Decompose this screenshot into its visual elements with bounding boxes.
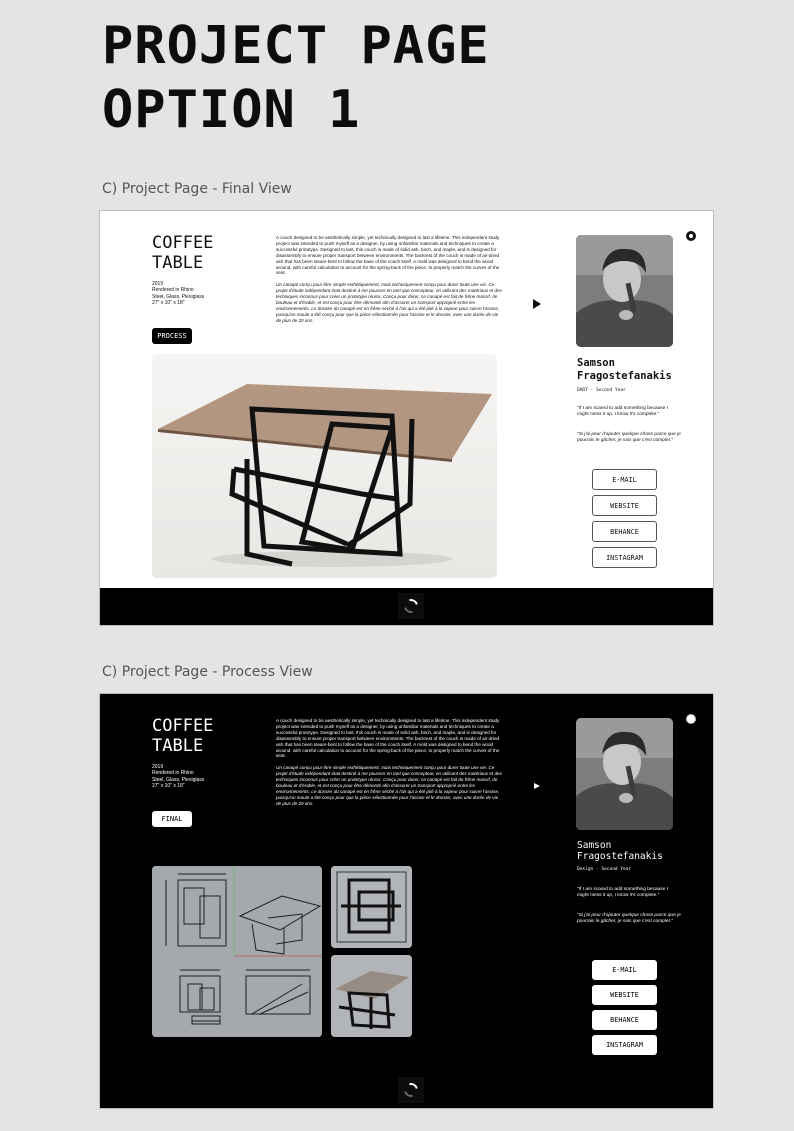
process-button[interactable]: PROCESS [152,328,192,344]
page-title-line-2: OPTION 1 [102,80,361,140]
project-dimensions: 27" x 10" x 18" [152,782,185,789]
section-label-process: C) Project Page - Process View [102,664,313,680]
footer-bar [100,1075,713,1108]
instagram-button[interactable]: INSTAGRAM [592,1035,657,1055]
instagram-button[interactable]: INSTAGRAM [592,547,657,568]
person-first-name: Samson [577,840,612,851]
person-name: Samson Fragostefanakis [577,840,663,862]
email-button[interactable]: E-MAIL [592,469,657,490]
project-title: COFFEE TABLE [152,233,213,273]
render-image-1 [331,866,412,948]
description-french: Un canapé conçu pour être simple esthéti… [276,282,502,323]
orthographic-drawing [152,866,322,1037]
quote-french: "Si j'ai peur d'ajouter quelque chose pa… [577,432,681,443]
section-label-final: C) Project Page - Final View [102,181,292,197]
social-links: E-MAIL WEBSITE BEHANCE INSTAGRAM [592,960,657,1060]
project-hero-image [152,354,497,578]
project-title-line-2: TABLE [152,253,204,273]
person-program: Design - Second Year [577,867,632,872]
project-description: A couch designed to be aesthetically sim… [276,235,504,330]
social-links: E-MAIL WEBSITE BEHANCE INSTAGRAM [592,469,657,573]
project-title-line-2: TABLE [152,736,204,756]
quote-french: "Si j'ai peur d'ajouter quelque chose pa… [577,913,681,924]
coffee-table-photo [152,354,497,578]
project-title: COFFEE TABLE [152,716,213,756]
project-description: A couch designed to be aesthetically sim… [276,718,504,813]
project-materials: Steel, Glass, Plexiglass [152,293,205,300]
render-top-view[interactable] [331,866,412,948]
person-last-name: Fragostefanakis [577,370,672,382]
project-dimensions: 27" x 10" x 18" [152,299,185,306]
project-meta: 2019 Rendered in Rhino Steel, Glass, Ple… [152,764,204,789]
render-image-2 [331,955,412,1037]
project-title-line-1: COFFEE [152,716,214,736]
technical-drawing-large[interactable] [152,866,322,1037]
project-meta: 2019 Rendered in Rhino Steel, Glass, Ple… [152,281,204,306]
footer-bar [100,588,713,625]
person-first-name: Samson [577,357,615,369]
quote-english: "If I am scared to add something because… [577,887,669,898]
website-button[interactable]: WEBSITE [592,495,657,516]
loading-spinner-icon [398,1077,424,1103]
description-english: A couch designed to be aesthetically sim… [276,235,500,276]
page-title: PROJECT PAGE OPTION 1 [102,14,490,142]
close-icon[interactable] [686,231,696,241]
website-button[interactable]: WEBSITE [592,985,657,1005]
page-title-line-1: PROJECT PAGE [102,16,490,76]
portrait-image [576,235,673,347]
final-view-mockup: COFFEE TABLE 2019 Rendered in Rhino Stee… [99,210,714,626]
portrait-image [576,718,673,830]
next-arrow-icon[interactable] [534,783,540,789]
project-title-line-1: COFFEE [152,233,214,253]
email-button[interactable]: E-MAIL [592,960,657,980]
process-view-mockup: COFFEE TABLE 2019 Rendered in Rhino Stee… [99,693,714,1109]
description-french: Un canapé conçu pour être simple esthéti… [276,765,502,806]
render-perspective-view[interactable] [331,955,412,1037]
avatar [576,235,673,347]
close-icon[interactable] [686,714,696,724]
person-program: DART - Second Year [577,388,626,393]
quote-english: "If I am scared to add something because… [577,406,669,417]
loading-spinner-icon [398,593,424,619]
person-name: Samson Fragostefanakis [577,357,672,383]
avatar [576,718,673,830]
person-last-name: Fragostefanakis [577,851,663,862]
next-arrow-icon[interactable] [533,299,541,309]
behance-button[interactable]: BEHANCE [592,1010,657,1030]
project-materials: Steel, Glass, Plexiglass [152,776,205,783]
behance-button[interactable]: BEHANCE [592,521,657,542]
description-english: A couch designed to be aesthetically sim… [276,718,500,759]
final-button[interactable]: FINAL [152,811,192,827]
process-drawings [152,866,412,1037]
